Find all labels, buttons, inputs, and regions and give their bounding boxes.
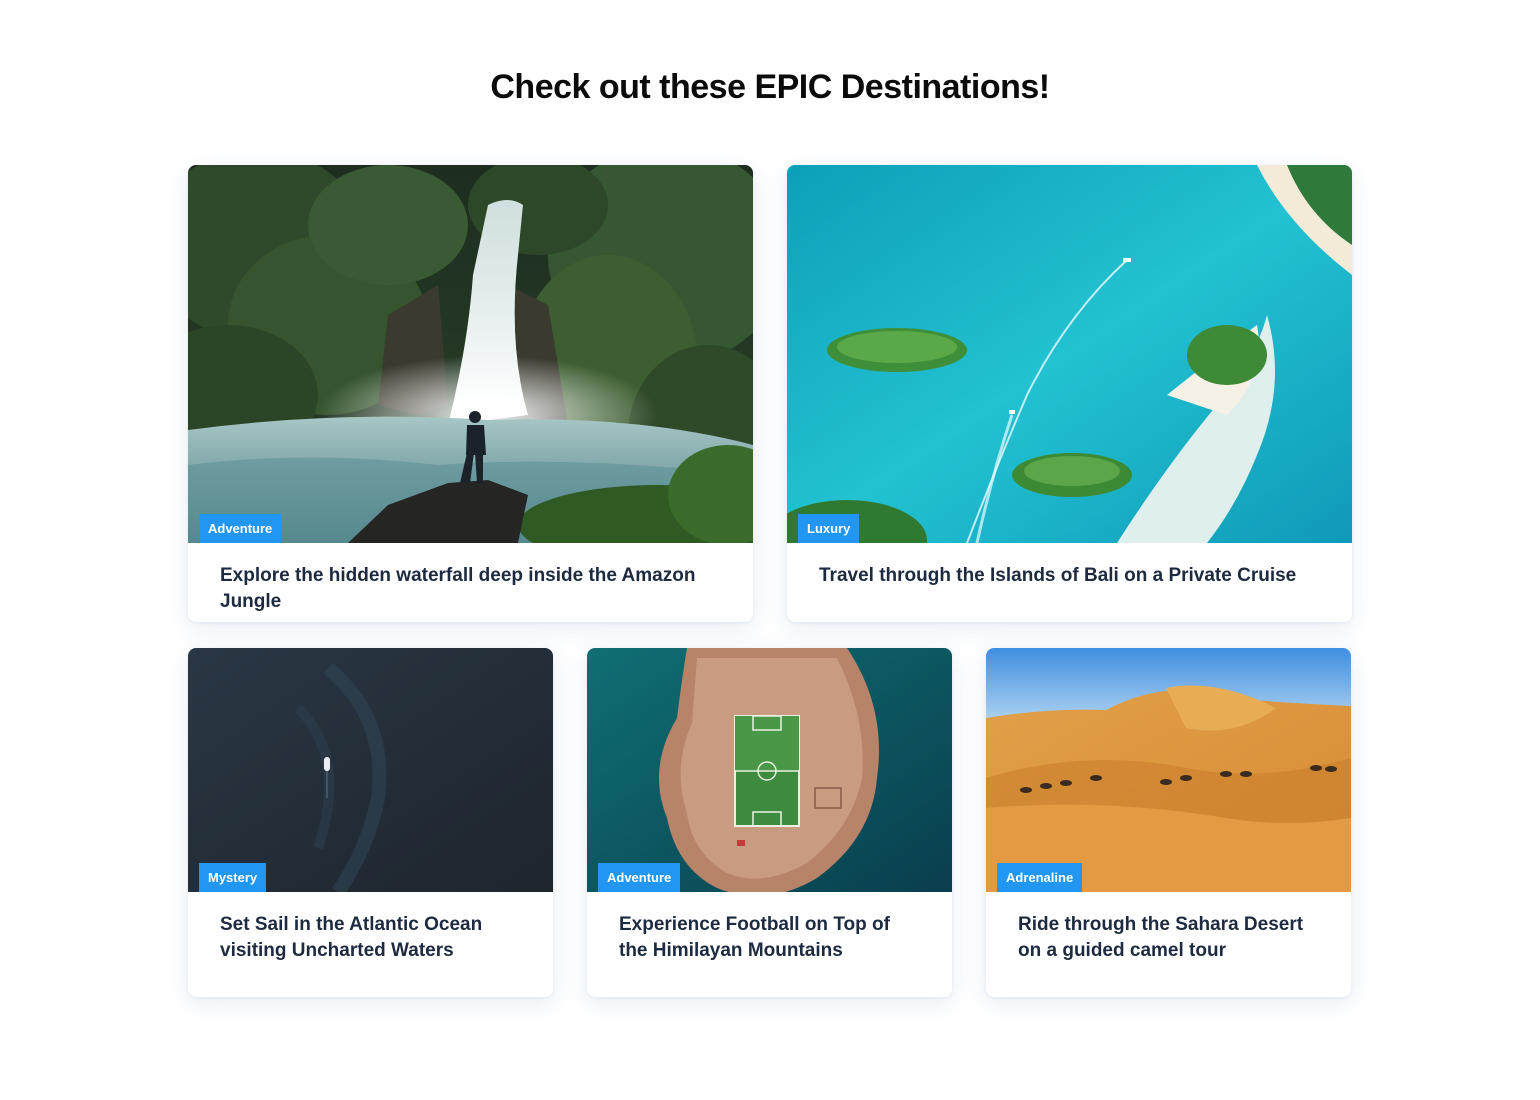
category-tag[interactable]: Adrenaline: [997, 863, 1083, 892]
card-title[interactable]: Experience Football on Top of the Himila…: [619, 912, 920, 964]
card-image-football[interactable]: Adventure: [587, 648, 952, 892]
destination-card-sahara-desert[interactable]: Adrenaline Ride through the Sahara Deser…: [986, 648, 1351, 997]
card-image-islands[interactable]: Luxury: [787, 165, 1352, 543]
card-body: Travel through the Islands of Bali on a …: [787, 543, 1352, 589]
aerial-islands-photo: [787, 165, 1352, 543]
desert-camels-photo: [986, 648, 1351, 892]
category-tag[interactable]: Adventure: [199, 514, 282, 543]
destination-card-bali-islands[interactable]: Luxury Travel through the Islands of Bal…: [787, 165, 1352, 622]
card-image-ocean[interactable]: Mystery: [188, 648, 553, 892]
destination-card-himalayan-football[interactable]: Adventure Experience Football on Top of …: [587, 648, 952, 997]
island-football-field-photo: [587, 648, 952, 892]
card-title[interactable]: Travel through the Islands of Bali on a …: [819, 563, 1320, 589]
destination-card-atlantic-ocean[interactable]: Mystery Set Sail in the Atlantic Ocean v…: [188, 648, 553, 997]
card-body: Ride through the Sahara Desert on a guid…: [986, 892, 1351, 964]
card-image-desert[interactable]: Adrenaline: [986, 648, 1351, 892]
waterfall-jungle-photo: [188, 165, 753, 543]
card-body: Experience Football on Top of the Himila…: [587, 892, 952, 964]
card-body: Set Sail in the Atlantic Ocean visiting …: [188, 892, 553, 964]
category-tag[interactable]: Mystery: [199, 863, 267, 892]
page-title: Check out these EPIC Destinations!: [490, 68, 1050, 106]
category-tag[interactable]: Luxury: [798, 514, 860, 543]
card-body: Explore the hidden waterfall deep inside…: [188, 543, 753, 615]
card-title[interactable]: Set Sail in the Atlantic Ocean visiting …: [220, 912, 521, 964]
card-title[interactable]: Ride through the Sahara Desert on a guid…: [1018, 912, 1319, 964]
card-image-waterfall[interactable]: Adventure: [188, 165, 753, 543]
card-title[interactable]: Explore the hidden waterfall deep inside…: [220, 563, 721, 615]
destination-card-amazon-waterfall[interactable]: Adventure Explore the hidden waterfall d…: [188, 165, 753, 622]
category-tag[interactable]: Adventure: [598, 863, 681, 892]
ocean-boat-photo: [188, 648, 553, 892]
